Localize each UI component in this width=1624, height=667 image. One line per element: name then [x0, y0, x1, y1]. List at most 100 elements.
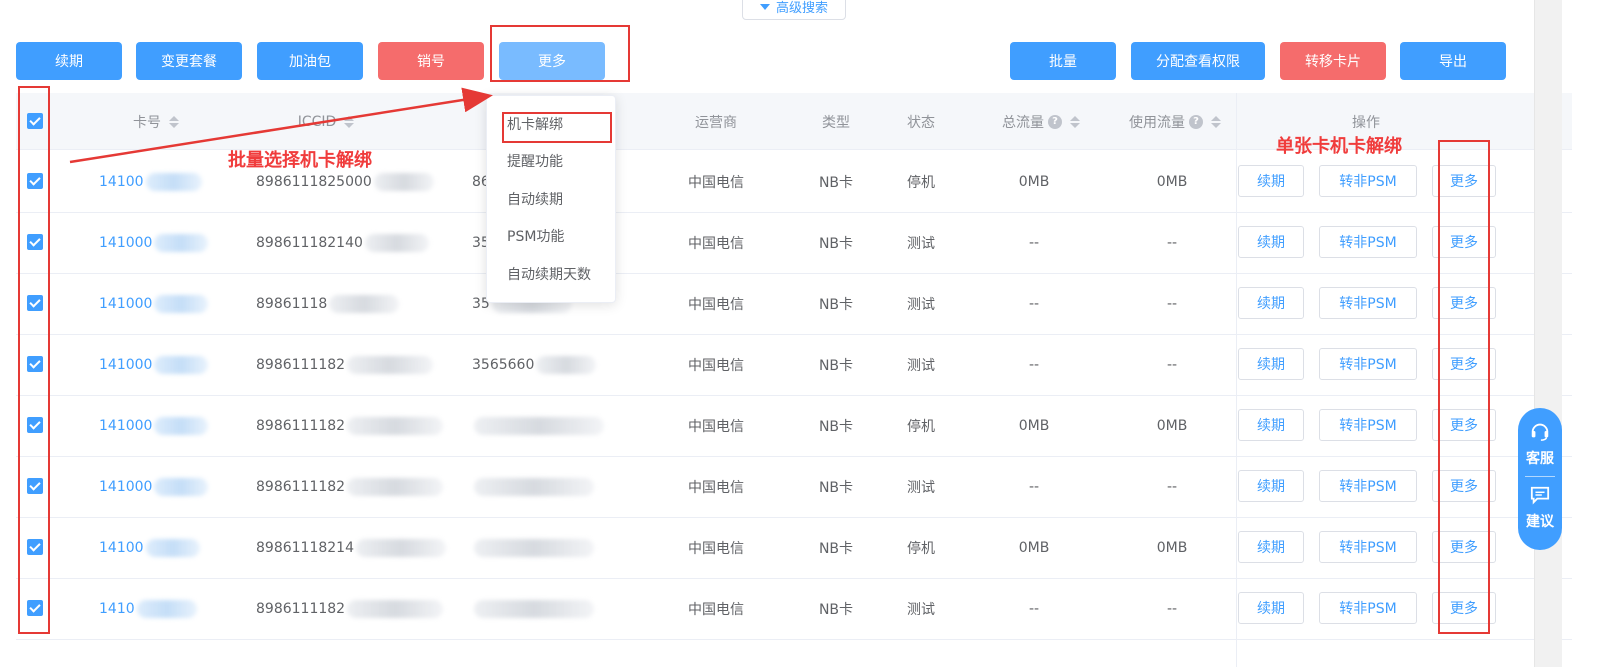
redaction: [347, 416, 444, 435]
redaction: [154, 477, 209, 496]
caret-down-icon: [759, 4, 770, 10]
used-flow-cell: 0MB: [1156, 539, 1188, 556]
type-cell: NB卡: [818, 235, 854, 252]
card-no-link[interactable]: 1410: [99, 601, 135, 617]
export-button[interactable]: 导出: [1400, 42, 1506, 80]
card-no-cell[interactable]: 14100: [99, 516, 239, 579]
carrier-cell: 中国电信: [688, 235, 744, 252]
type-cell: NB卡: [818, 357, 854, 374]
card-no-cell[interactable]: 141000: [99, 211, 239, 274]
imei-cell: 3565660: [472, 333, 652, 396]
card-no-cell[interactable]: 141000: [99, 272, 239, 335]
annotation-batch-unbind-text: 批量选择机卡解绑: [228, 150, 372, 171]
annotation-box-unbind-item: [502, 112, 612, 143]
help-icon[interactable]: ?: [1189, 114, 1203, 129]
sort-icon[interactable]: [1211, 115, 1221, 128]
row-renew-button[interactable]: 续期: [1238, 592, 1304, 624]
transfer-card-button[interactable]: 转移卡片: [1280, 42, 1386, 80]
total-flow-cell: --: [1028, 478, 1040, 495]
row-renew-button[interactable]: 续期: [1238, 165, 1304, 197]
row-renew-button[interactable]: 续期: [1238, 287, 1304, 319]
row-renew-button[interactable]: 续期: [1238, 226, 1304, 258]
row-to-non-psm-button[interactable]: 转非PSM: [1319, 165, 1417, 197]
iccid-cell: 8986111182: [256, 577, 456, 640]
header-used-flow[interactable]: 使用流量 ?: [1110, 93, 1240, 150]
iccid-cell: 8986111182: [256, 394, 456, 457]
imei-cell: [472, 577, 652, 640]
row-renew-button[interactable]: 续期: [1238, 348, 1304, 380]
change-plan-button[interactable]: 变更套餐: [136, 42, 242, 80]
total-flow-cell: --: [1028, 295, 1040, 312]
card-no-link[interactable]: 141000: [99, 418, 152, 434]
row-to-non-psm-button[interactable]: 转非PSM: [1319, 409, 1417, 441]
header-total-flow[interactable]: 总流量 ?: [976, 93, 1106, 150]
status-cell: 停机: [907, 174, 935, 191]
redaction: [154, 416, 209, 435]
row-renew-button[interactable]: 续期: [1238, 531, 1304, 563]
imei-cell: [472, 394, 652, 457]
iccid-cell: 8986111182: [256, 455, 456, 518]
iccid-value: 8986111182: [256, 356, 346, 373]
card-no-cell[interactable]: 141000: [99, 394, 239, 457]
headset-icon: [1531, 423, 1549, 441]
total-flow-cell: --: [1028, 600, 1040, 617]
used-flow-cell: --: [1166, 295, 1178, 312]
iccid-cell: 8986111182: [256, 333, 456, 396]
redaction: [154, 294, 209, 313]
row-renew-button[interactable]: 续期: [1238, 409, 1304, 441]
row-to-non-psm-button[interactable]: 转非PSM: [1319, 470, 1417, 502]
row-to-non-psm-button[interactable]: 转非PSM: [1319, 592, 1417, 624]
fuel-pack-button[interactable]: 加油包: [257, 42, 363, 80]
header-type: 类型: [822, 114, 850, 131]
customer-service-widget[interactable]: 客服 建议: [1518, 408, 1562, 550]
row-to-non-psm-button[interactable]: 转非PSM: [1319, 226, 1417, 258]
menu-item-psm[interactable]: PSM功能: [487, 218, 617, 254]
table-row: 141000 8986111182 中国电信 NB卡 测试 -- -- 续期 转非PSM 更多: [16, 455, 1572, 518]
row-to-non-psm-button[interactable]: 转非PSM: [1319, 531, 1417, 563]
card-no-cell[interactable]: 141000: [99, 455, 239, 518]
card-no-link[interactable]: 141000: [99, 357, 152, 373]
assign-view-permission-button[interactable]: 分配查看权限: [1131, 42, 1265, 80]
redaction: [474, 599, 594, 618]
card-no-link[interactable]: 14100: [99, 174, 144, 190]
annotation-box-more-column: [1438, 140, 1490, 634]
card-no-link[interactable]: 14100: [99, 540, 144, 556]
total-flow-cell: 0MB: [1018, 539, 1050, 556]
card-no-cell[interactable]: 14100: [99, 150, 239, 213]
batch-button[interactable]: 批量: [1010, 42, 1116, 80]
redaction: [474, 538, 594, 557]
iccid-value: 8986111182: [256, 478, 346, 495]
header-card-no[interactable]: 卡号: [96, 93, 216, 150]
redaction: [347, 599, 444, 618]
help-icon[interactable]: ?: [1048, 114, 1062, 129]
menu-item-auto-renew[interactable]: 自动续期: [487, 181, 617, 217]
imei-cell: [472, 516, 652, 579]
row-renew-button[interactable]: 续期: [1238, 470, 1304, 502]
renew-button[interactable]: 续期: [16, 42, 122, 80]
row-to-non-psm-button[interactable]: 转非PSM: [1319, 287, 1417, 319]
advanced-search-toggle[interactable]: 高级搜索: [742, 0, 846, 20]
card-no-cell[interactable]: 1410: [99, 577, 239, 640]
card-table: 卡号 ICCID 运营商 类型 状态 总流量 ? 使用流量 ? 操作 14100…: [16, 93, 1572, 667]
sort-icon[interactable]: [344, 115, 355, 128]
type-cell: NB卡: [818, 479, 854, 496]
total-flow-cell: --: [1028, 234, 1040, 251]
redaction: [474, 416, 604, 435]
sort-icon[interactable]: [1070, 115, 1080, 128]
card-no-cell[interactable]: 141000: [99, 333, 239, 396]
card-no-link[interactable]: 141000: [99, 235, 152, 251]
header-iccid[interactable]: ICCID: [256, 93, 396, 150]
iccid-value: 8986111182: [256, 600, 346, 617]
card-no-link[interactable]: 141000: [99, 296, 152, 312]
menu-item-reminder[interactable]: 提醒功能: [487, 143, 617, 179]
sort-icon[interactable]: [169, 115, 179, 128]
iccid-cell: 89861118: [256, 272, 456, 335]
page-scrollbar[interactable]: [1534, 0, 1562, 667]
iccid-value: 8986111825000: [256, 173, 372, 190]
cancel-number-button[interactable]: 销号: [378, 42, 484, 80]
menu-item-auto-renew-days[interactable]: 自动续期天数: [487, 256, 617, 292]
carrier-cell: 中国电信: [688, 540, 744, 557]
carrier-cell: 中国电信: [688, 479, 744, 496]
row-to-non-psm-button[interactable]: 转非PSM: [1319, 348, 1417, 380]
card-no-link[interactable]: 141000: [99, 479, 152, 495]
